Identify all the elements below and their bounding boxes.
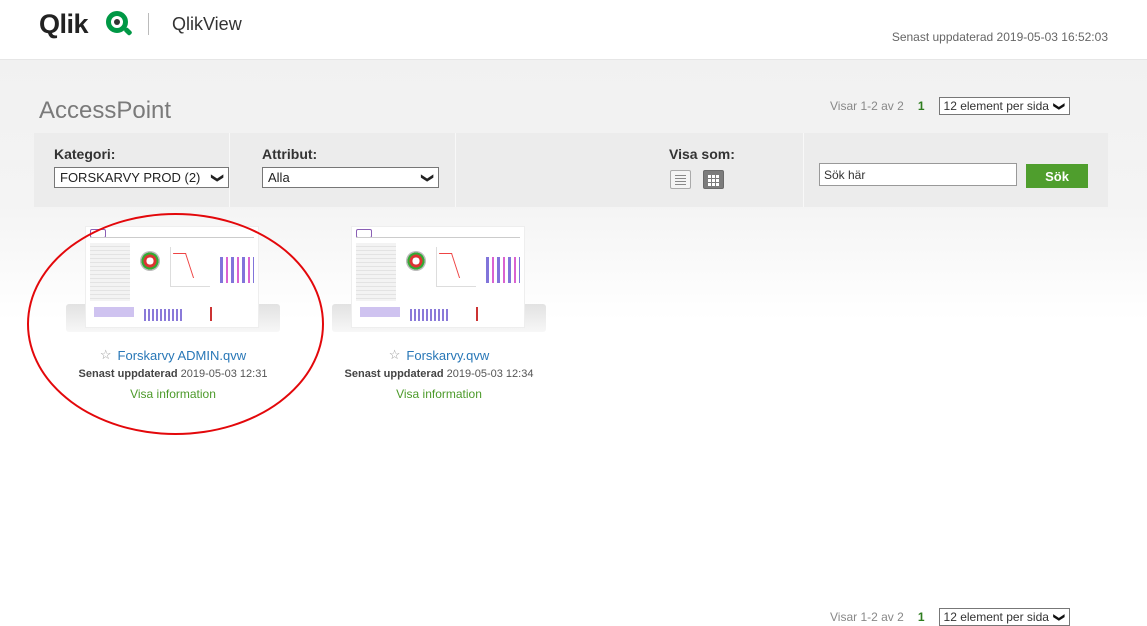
qlik-logo-icon — [106, 11, 128, 33]
attribute-filter: Attribut: Alla ❯ — [230, 133, 456, 207]
category-label: Kategori: — [54, 146, 116, 162]
updated-value: 2019-05-03 12:34 — [446, 368, 534, 380]
document-thumbnail[interactable] — [332, 226, 546, 336]
highlight-annotation-ellipse — [27, 213, 324, 435]
logo-divider — [148, 13, 149, 35]
search-area: Sök — [804, 133, 1108, 207]
document-title-link[interactable]: ☆ Forskarvy.qvw — [332, 347, 546, 363]
category-select-value: FORSKARVY PROD (2) — [60, 170, 201, 185]
attribute-label: Attribut: — [262, 146, 318, 162]
paging-summary: Visar 1-2 av 2 — [830, 99, 904, 113]
show-info-link[interactable]: Visa information — [332, 387, 546, 401]
chevron-down-icon: ❯ — [210, 172, 225, 183]
page-number-link[interactable]: 1 — [918, 99, 925, 113]
category-filter: Kategori: FORSKARVY PROD (2) ❯ — [34, 133, 230, 207]
search-button[interactable]: Sök — [1026, 164, 1088, 188]
chevron-down-icon: ❯ — [1053, 101, 1066, 111]
document-updated: Senast uppdaterad 2019-05-03 12:34 — [332, 368, 546, 380]
chevron-down-icon: ❯ — [1053, 612, 1066, 622]
app-header: Qlik QlikView Senast uppdaterad 2019-05-… — [0, 0, 1147, 60]
items-per-page-select[interactable]: 12 element per sida ❯ — [938, 608, 1070, 626]
page-number-link[interactable]: 1 — [918, 610, 925, 624]
paging-top: Visar 1-2 av 2 1 12 element per sida ❯ — [830, 97, 1070, 115]
items-per-page-value: 12 element per sida — [943, 99, 1049, 113]
qlik-logo-text: Qlik — [39, 9, 89, 39]
attribute-select-value: Alla — [268, 170, 290, 185]
paging-bottom: Visar 1-2 av 2 1 12 element per sida ❯ — [830, 608, 1070, 626]
category-select[interactable]: FORSKARVY PROD (2) ❯ — [54, 167, 229, 188]
last-updated-timestamp: Senast uppdaterad 2019-05-03 16:52:03 — [891, 30, 1108, 44]
product-name: QlikView — [172, 14, 242, 34]
search-input[interactable] — [819, 163, 1017, 186]
chevron-down-icon: ❯ — [420, 172, 435, 183]
view-toggle-group: Visa som: — [456, 133, 804, 207]
attribute-select[interactable]: Alla ❯ — [262, 167, 439, 188]
list-view-icon[interactable] — [670, 170, 691, 189]
filter-bar: Kategori: FORSKARVY PROD (2) ❯ Attribut:… — [34, 133, 1108, 207]
paging-summary: Visar 1-2 av 2 — [830, 610, 904, 624]
items-per-page-select[interactable]: 12 element per sida ❯ — [938, 97, 1070, 115]
items-per-page-value: 12 element per sida — [943, 610, 1049, 624]
updated-label: Senast uppdaterad — [344, 368, 444, 380]
grid-view-icon[interactable] — [703, 170, 724, 189]
star-icon[interactable]: ☆ — [389, 347, 401, 363]
page-title: AccessPoint — [39, 97, 172, 124]
document-name[interactable]: Forskarvy.qvw — [406, 348, 489, 363]
view-as-label: Visa som: — [669, 146, 735, 162]
